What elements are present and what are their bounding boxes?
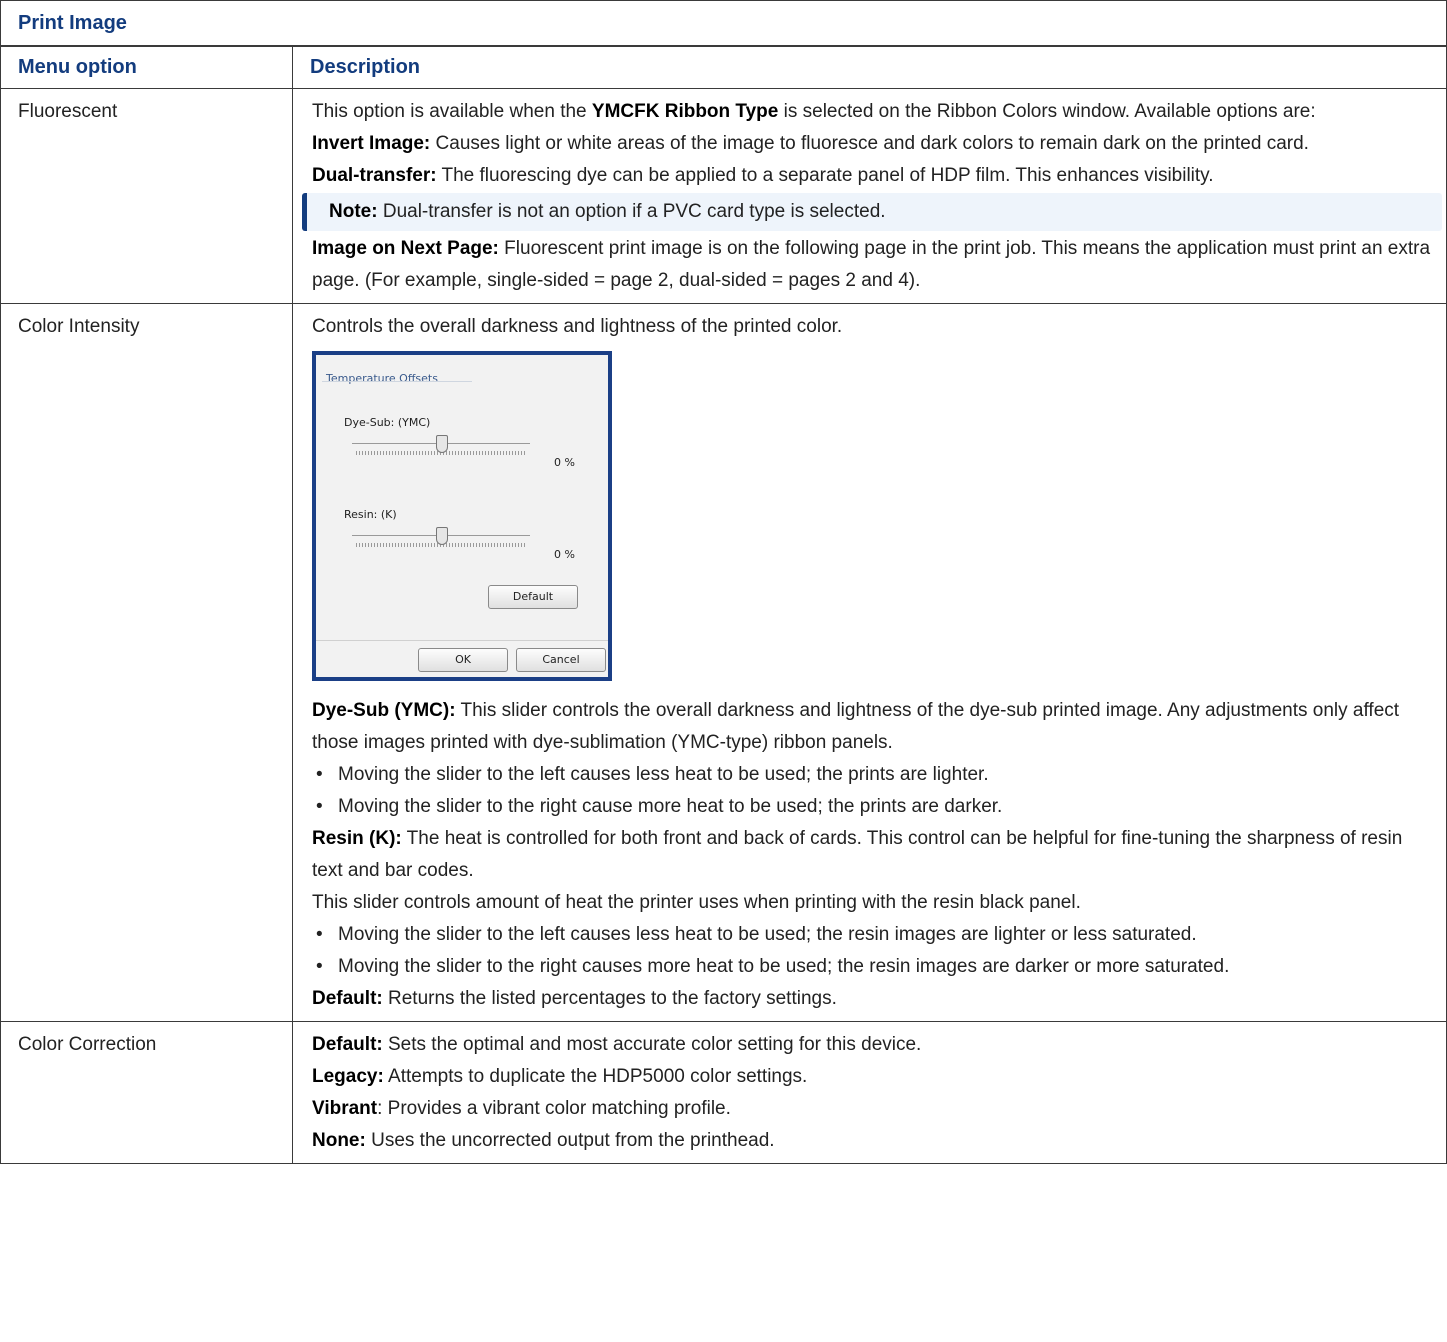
intro-text-end: is selected on the Ribbon Colors window.… <box>778 101 1316 122</box>
dual-transfer-item: Dual-transfer: The fluorescing dye can b… <box>312 160 1436 192</box>
resin-item: Resin (K): The heat is controlled for bo… <box>312 823 1436 887</box>
cc-none-item: None: Uses the uncorrected output from t… <box>312 1125 1436 1157</box>
header-row: Menu option Description <box>0 45 1447 89</box>
cc-none-label: None: <box>312 1130 366 1151</box>
note-label: Note: <box>329 201 378 222</box>
cc-legacy-label: Legacy: <box>312 1066 384 1087</box>
cc-vibrant-text: : Provides a vibrant color matching prof… <box>377 1098 731 1119</box>
dye-sub-slider-label: Dye-Sub: (YMC) <box>344 416 431 429</box>
resin-text: The heat is controlled for both front an… <box>312 828 1403 881</box>
cc-vibrant-item: Vibrant: Provides a vibrant color matchi… <box>312 1093 1436 1125</box>
dye-sub-text: This slider controls the overall darknes… <box>312 700 1400 753</box>
dye-sub-value: 0 % <box>554 456 575 469</box>
table-title: Print Image <box>0 0 1447 47</box>
cc-default-text: Sets the optimal and most accurate color… <box>382 1034 922 1055</box>
color-intensity-intro: Controls the overall darkness and lightn… <box>312 316 843 337</box>
description-color-intensity: Controls the overall darkness and lightn… <box>291 303 1447 1022</box>
invert-image-label: Invert Image: <box>312 133 431 154</box>
invert-image-text: Causes light or white areas of the image… <box>430 133 1309 154</box>
dialog-heading: Temperature Offsets <box>326 372 438 385</box>
list-item: Moving the slider to the left causes les… <box>312 759 1436 791</box>
note-callout: Note: Dual-transfer is not an option if … <box>302 193 1443 231</box>
default-button[interactable]: Default <box>488 585 578 609</box>
table-row-fluorescent: Fluorescent This option is available whe… <box>0 88 1447 304</box>
default-text: Returns the listed percentages to the fa… <box>382 988 837 1009</box>
option-fluorescent: Fluorescent <box>0 88 293 304</box>
dye-sub-slider-thumb[interactable] <box>436 435 448 453</box>
resin-slider-label: Resin: (K) <box>344 508 397 521</box>
cc-none-text: Uses the uncorrected output from the pri… <box>365 1130 775 1151</box>
ribbon-type-term: YMCFK Ribbon Type <box>591 101 779 122</box>
resin-bullets: Moving the slider to the left causes les… <box>312 919 1436 983</box>
option-color-intensity: Color Intensity <box>0 303 293 1022</box>
resin-label: Resin (K): <box>312 828 402 849</box>
cancel-button[interactable]: Cancel <box>516 648 606 672</box>
dialog-screenshot: Temperature Offsets Dye-Sub: (YMC) 0 % R… <box>312 351 1436 681</box>
description-color-correction: Default: Sets the optimal and most accur… <box>291 1021 1447 1164</box>
option-color-correction: Color Correction <box>0 1021 293 1164</box>
list-item: Moving the slider to the left causes les… <box>312 919 1436 951</box>
default-label: Default: <box>312 988 383 1009</box>
dye-sub-item: Dye-Sub (YMC): This slider controls the … <box>312 695 1436 759</box>
table-row-color-intensity: Color Intensity Controls the overall dar… <box>0 303 1447 1022</box>
dual-transfer-label: Dual-transfer: <box>312 165 437 186</box>
temperature-offsets-dialog: Temperature Offsets Dye-Sub: (YMC) 0 % R… <box>312 351 612 681</box>
header-description: Description <box>291 45 1447 89</box>
list-item: Moving the slider to the right causes mo… <box>312 951 1436 983</box>
header-menu-option: Menu option <box>0 45 293 89</box>
list-item: Moving the slider to the right cause mor… <box>312 791 1436 823</box>
dialog-footer-divider <box>316 640 608 641</box>
invert-image-item: Invert Image: Causes light or white area… <box>312 128 1436 160</box>
intro-text: This option is available when the <box>312 101 592 122</box>
ok-button[interactable]: OK <box>418 648 508 672</box>
cc-vibrant-label: Vibrant <box>312 1098 378 1119</box>
next-page-label: Image on Next Page: <box>312 238 499 259</box>
print-image-table: Print Image Menu option Description Fluo… <box>0 0 1447 1164</box>
description-fluorescent: This option is available when the YMCFK … <box>291 88 1447 304</box>
dye-sub-label: Dye-Sub (YMC): <box>312 700 456 721</box>
resin-value: 0 % <box>554 548 575 561</box>
next-page-item: Image on Next Page: Fluorescent print im… <box>312 233 1436 297</box>
dual-transfer-text: The fluorescing dye can be applied to a … <box>436 165 1214 186</box>
heading-divider <box>322 381 472 382</box>
cc-legacy-text: Attempts to duplicate the HDP5000 color … <box>383 1066 808 1087</box>
table-row-color-correction: Color Correction Default: Sets the optim… <box>0 1021 1447 1164</box>
resin-text-2: This slider controls amount of heat the … <box>312 892 1081 913</box>
dye-sub-bullets: Moving the slider to the left causes les… <box>312 759 1436 823</box>
cc-legacy-item: Legacy: Attempts to duplicate the HDP500… <box>312 1061 1436 1093</box>
cc-default-item: Default: Sets the optimal and most accur… <box>312 1029 1436 1061</box>
cc-default-label: Default: <box>312 1034 383 1055</box>
note-text: Dual-transfer is not an option if a PVC … <box>377 201 886 222</box>
default-item: Default: Returns the listed percentages … <box>312 983 1436 1015</box>
fluorescent-intro: This option is available when the YMCFK … <box>312 96 1436 128</box>
resin-slider-thumb[interactable] <box>436 527 448 545</box>
